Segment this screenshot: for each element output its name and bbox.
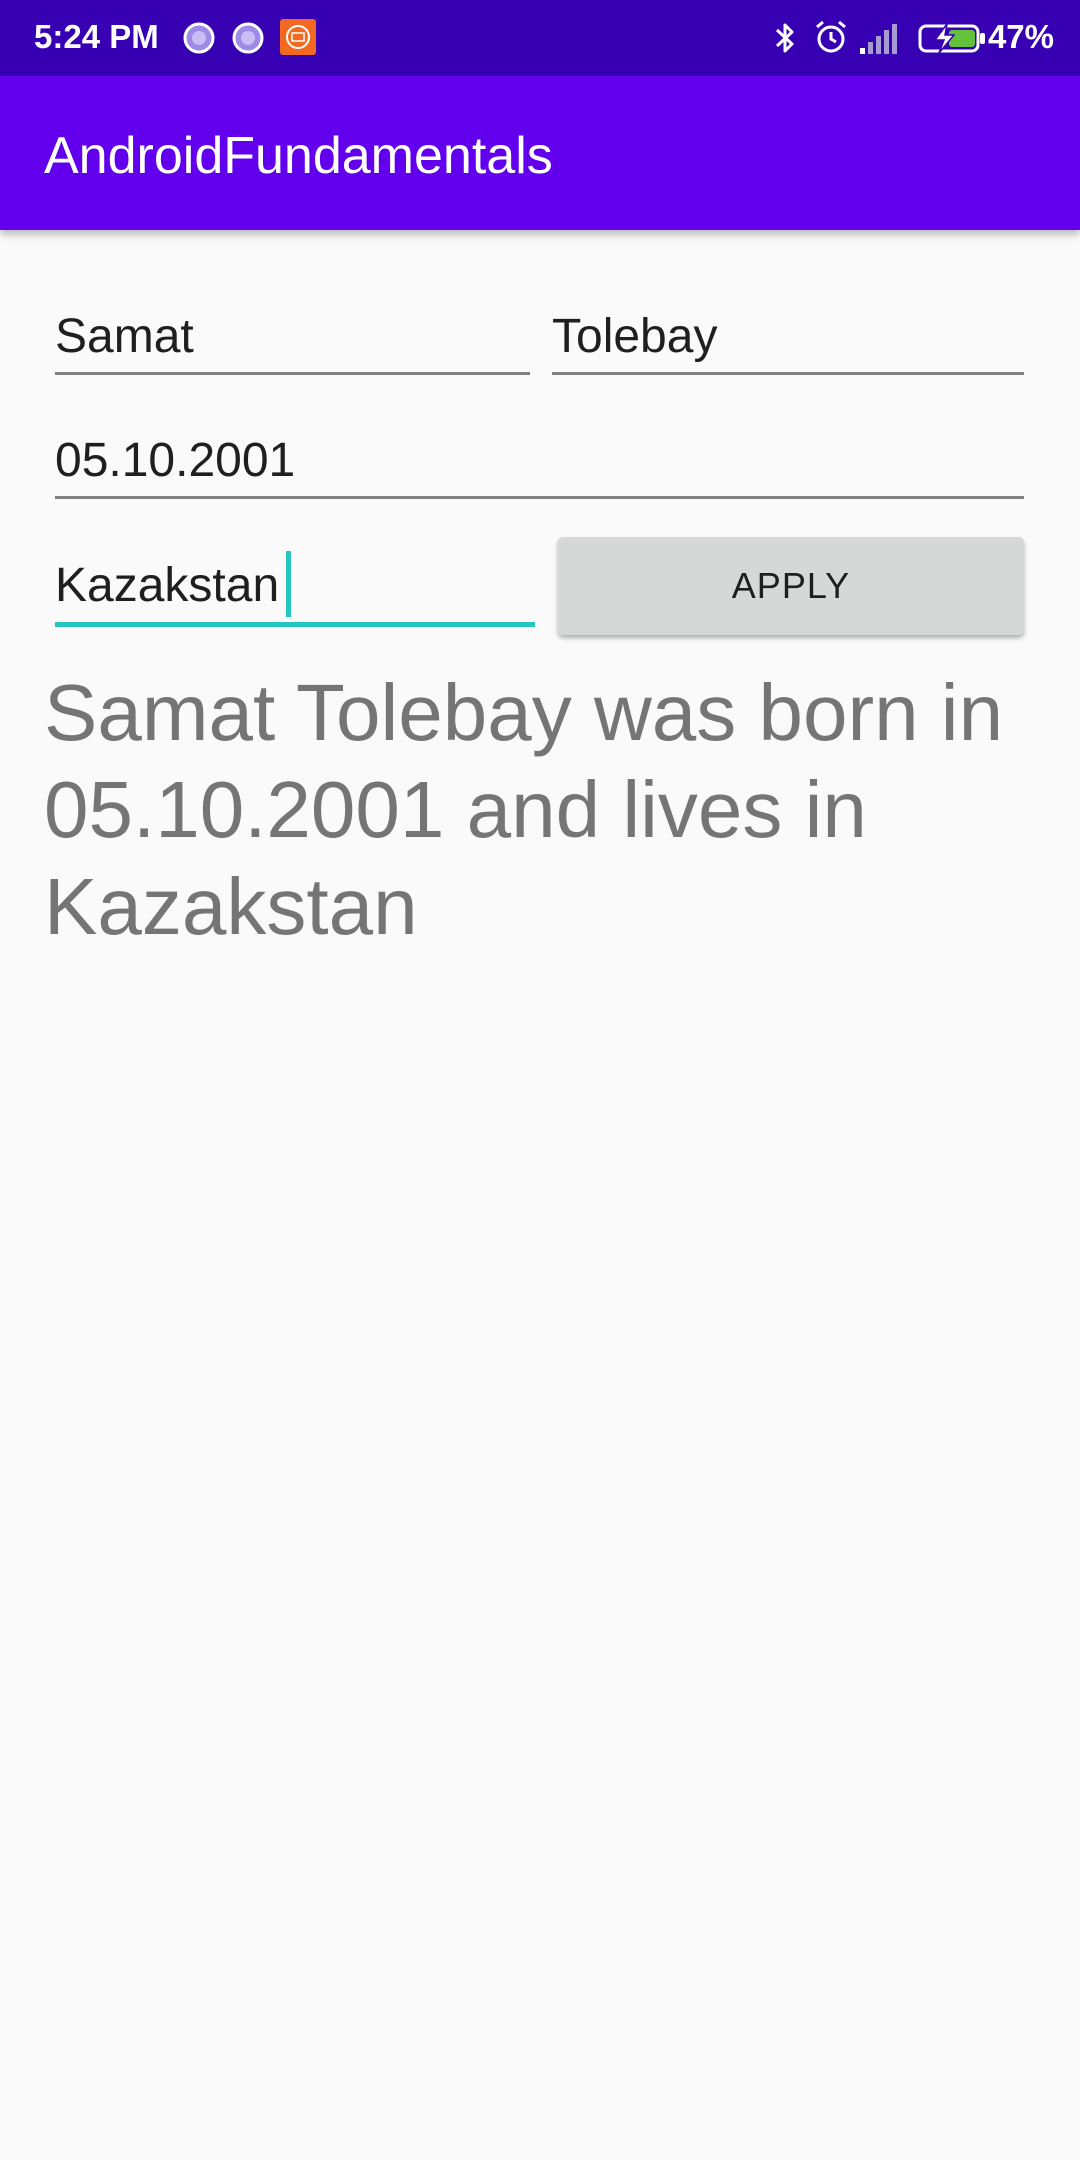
bluetooth-icon [770, 20, 800, 56]
birth-date-field[interactable] [55, 430, 1024, 491]
first-name-underline [55, 372, 530, 375]
status-bar: 5:24 PM 47% [0, 0, 1080, 76]
alarm-icon [812, 18, 850, 56]
last-name-input[interactable] [552, 306, 1024, 366]
mi-app-icon [279, 18, 317, 56]
result-text: Samat Tolebay was born in 05.10.2001 and… [44, 668, 1004, 951]
birth-date-input[interactable] [55, 430, 1024, 490]
last-name-field[interactable] [552, 306, 1024, 367]
notification-dot-icon [230, 20, 266, 56]
birth-date-underline [55, 496, 1024, 499]
notification-dot-icon [181, 20, 217, 56]
app-title: AndroidFundamentals [44, 127, 553, 185]
last-name-underline [552, 372, 1024, 375]
app-bar: AndroidFundamentals [0, 76, 1080, 230]
battery-charging-icon [917, 20, 987, 56]
status-time: 5:24 PM [34, 18, 159, 55]
battery-percent: 47% [987, 18, 1054, 55]
first-name-input[interactable] [55, 306, 530, 366]
country-input[interactable] [55, 555, 535, 615]
signal-icon [858, 20, 904, 56]
text-cursor [286, 551, 291, 617]
country-underline-focused [55, 622, 535, 627]
apply-button[interactable]: APPLY [558, 537, 1024, 635]
first-name-field[interactable] [55, 306, 530, 367]
country-field[interactable] [55, 555, 535, 616]
